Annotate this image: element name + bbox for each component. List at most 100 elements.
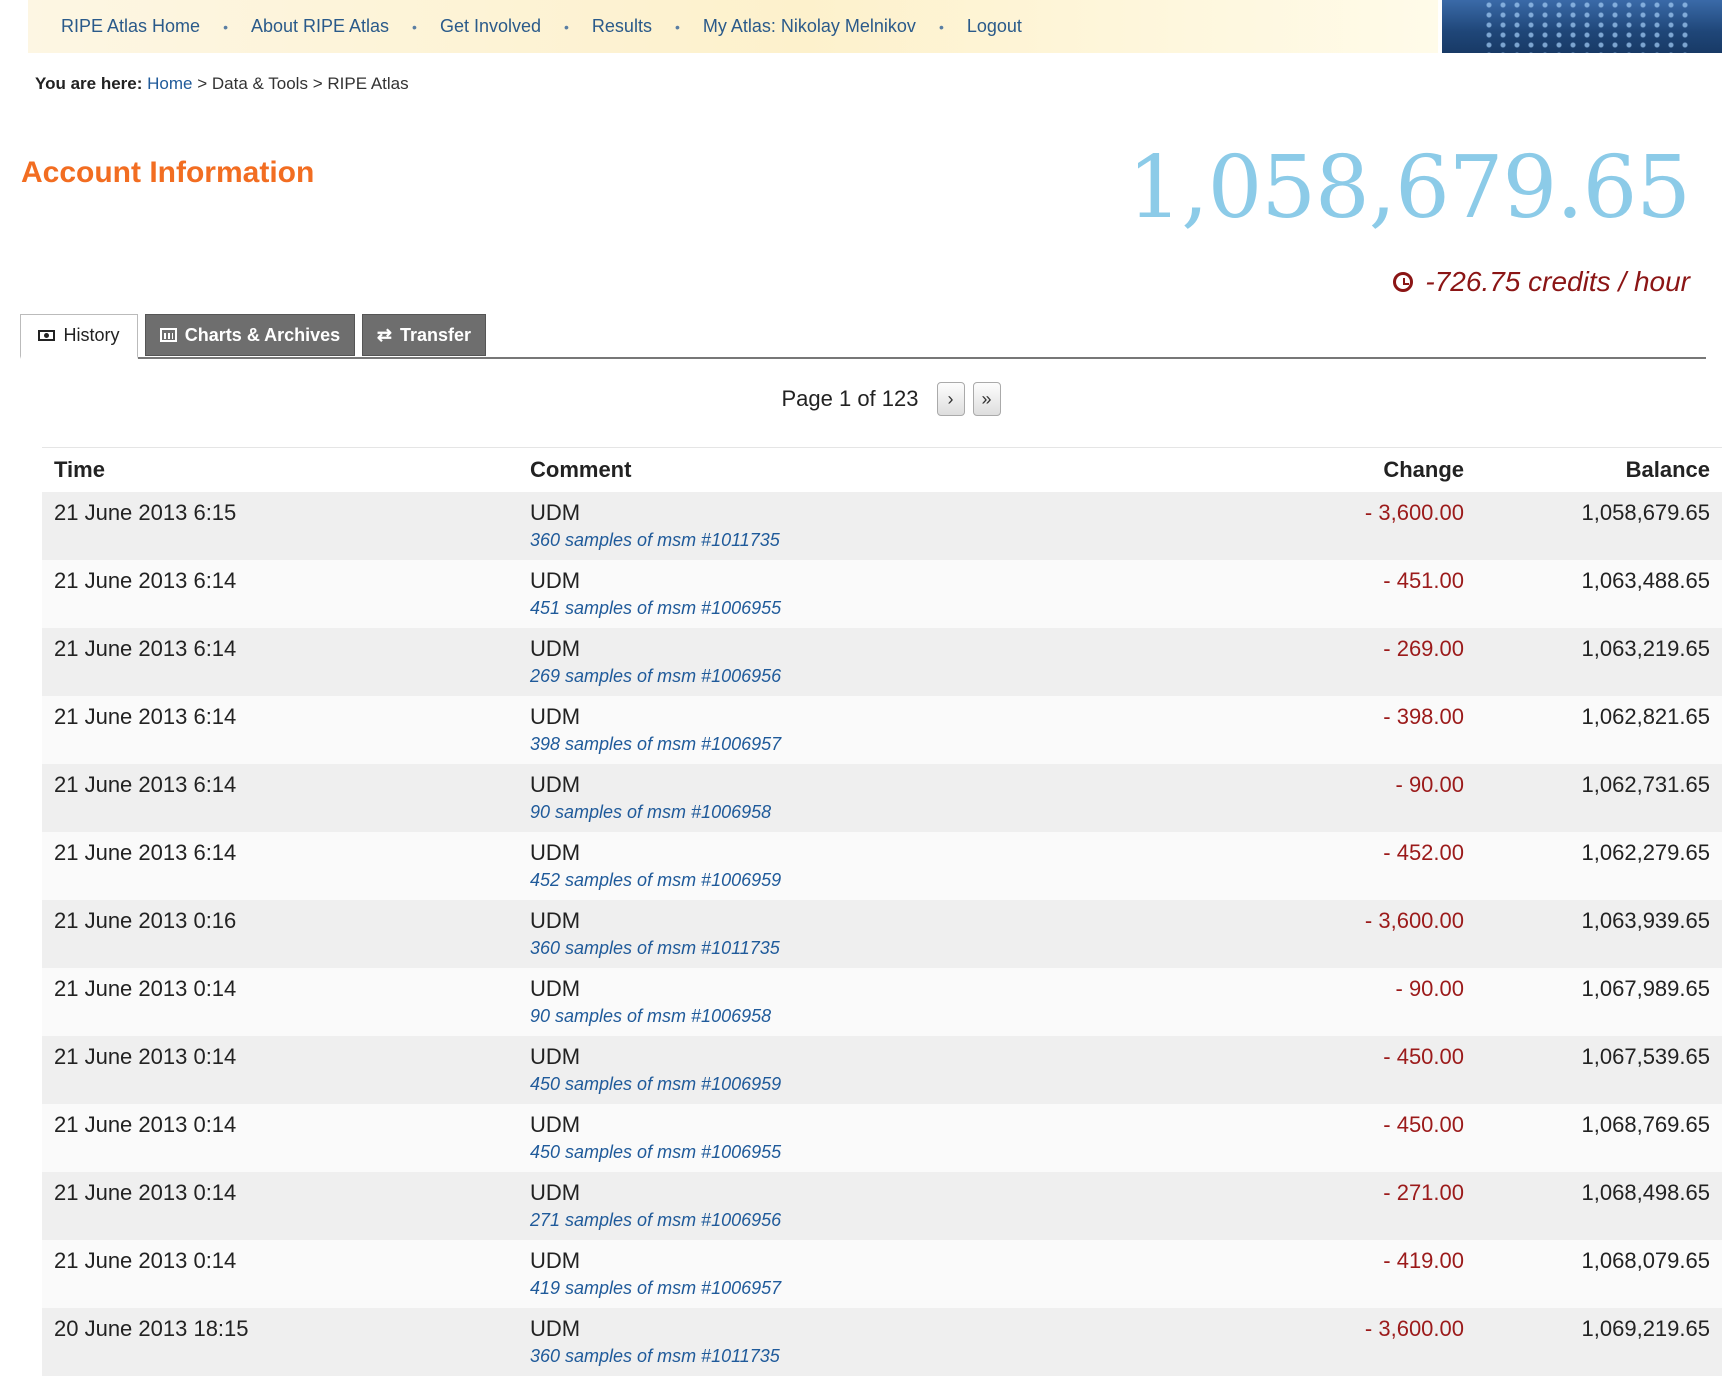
balance-cell: 1,067,539.65 bbox=[1476, 1036, 1722, 1104]
time-cell: 20 June 2013 18:15 bbox=[42, 1308, 518, 1376]
row-balance: 1,058,679.65 bbox=[1581, 500, 1710, 525]
comment-cell: UDM 269 samples of msm #1006956 bbox=[518, 628, 1102, 696]
comment-cell: UDM 450 samples of msm #1006955 bbox=[518, 1104, 1102, 1172]
row-comment-title: UDM bbox=[530, 1044, 581, 1069]
last-page-button[interactable]: » bbox=[972, 382, 1001, 416]
table-row: 21 June 2013 0:16 UDM 360 samples of msm… bbox=[42, 900, 1722, 968]
table-row: 21 June 2013 6:14 UDM 90 samples of msm … bbox=[42, 764, 1722, 832]
change-cell: - 90.00 bbox=[1102, 764, 1476, 832]
row-balance: 1,063,939.65 bbox=[1581, 908, 1710, 933]
row-measurement-link[interactable]: 269 samples of msm #1006956 bbox=[530, 666, 1090, 687]
credit-rate-text: -726.75 credits / hour bbox=[1425, 266, 1690, 297]
change-cell: - 3,600.00 bbox=[1102, 900, 1476, 968]
row-measurement-link[interactable]: 450 samples of msm #1006959 bbox=[530, 1074, 1090, 1095]
nav-separator: • bbox=[412, 18, 417, 35]
row-comment-title: UDM bbox=[530, 500, 581, 525]
row-comment-title: UDM bbox=[530, 1180, 581, 1205]
breadcrumb-data-tools[interactable]: Data & Tools bbox=[212, 74, 308, 93]
nav-ripe-atlas-home[interactable]: RIPE Atlas Home bbox=[58, 16, 203, 37]
change-cell: - 398.00 bbox=[1102, 696, 1476, 764]
header-banner-image bbox=[1442, 0, 1722, 53]
time-cell: 21 June 2013 6:14 bbox=[42, 696, 518, 764]
tab-bar: History Charts & Archives ⇄ Transfer bbox=[20, 314, 1706, 359]
comment-cell: UDM 360 samples of msm #1011735 bbox=[518, 900, 1102, 968]
row-time: 21 June 2013 6:14 bbox=[54, 636, 237, 661]
row-change: - 451.00 bbox=[1383, 568, 1464, 593]
row-change: - 450.00 bbox=[1383, 1112, 1464, 1137]
next-page-button[interactable]: › bbox=[936, 382, 965, 416]
row-time: 21 June 2013 0:14 bbox=[54, 1248, 237, 1273]
balance-cell: 1,063,488.65 bbox=[1476, 560, 1722, 628]
table-header-row: Time Comment Change Balance bbox=[42, 448, 1722, 492]
balance-cell: 1,062,821.65 bbox=[1476, 696, 1722, 764]
pagination: Page 1 of 123 › » bbox=[0, 382, 1722, 416]
row-balance: 1,063,488.65 bbox=[1581, 568, 1710, 593]
balance-cell: 1,067,989.65 bbox=[1476, 968, 1722, 1036]
row-change: - 90.00 bbox=[1395, 976, 1465, 1001]
nav-logout[interactable]: Logout bbox=[964, 16, 1025, 37]
time-cell: 21 June 2013 0:14 bbox=[42, 1240, 518, 1308]
history-table-container: Time Comment Change Balance 21 June 2013… bbox=[42, 447, 1722, 1376]
header-balance: Balance bbox=[1625, 457, 1710, 482]
row-balance: 1,063,219.65 bbox=[1581, 636, 1710, 661]
nav-about-ripe-atlas[interactable]: About RIPE Atlas bbox=[248, 16, 392, 37]
nav-separator: • bbox=[564, 18, 569, 35]
balance-cell: 1,063,939.65 bbox=[1476, 900, 1722, 968]
row-measurement-link[interactable]: 419 samples of msm #1006957 bbox=[530, 1278, 1090, 1299]
change-cell: - 451.00 bbox=[1102, 560, 1476, 628]
tab-transfer[interactable]: ⇄ Transfer bbox=[362, 314, 486, 356]
breadcrumb-home-link[interactable]: Home bbox=[147, 74, 192, 93]
page-indicator: Page 1 of 123 bbox=[781, 386, 919, 411]
row-time: 21 June 2013 6:15 bbox=[54, 500, 237, 525]
change-cell: - 450.00 bbox=[1102, 1104, 1476, 1172]
change-cell: - 269.00 bbox=[1102, 628, 1476, 696]
time-cell: 21 June 2013 0:14 bbox=[42, 968, 518, 1036]
row-measurement-link[interactable]: 90 samples of msm #1006958 bbox=[530, 802, 1090, 823]
row-time: 21 June 2013 6:14 bbox=[54, 704, 237, 729]
row-balance: 1,067,989.65 bbox=[1581, 976, 1710, 1001]
header-comment: Comment bbox=[530, 457, 632, 482]
row-measurement-link[interactable]: 360 samples of msm #1011735 bbox=[530, 938, 1090, 959]
row-measurement-link[interactable]: 451 samples of msm #1006955 bbox=[530, 598, 1090, 619]
banner-dots-pattern bbox=[1482, 0, 1692, 53]
nav-get-involved[interactable]: Get Involved bbox=[437, 16, 544, 37]
row-comment-title: UDM bbox=[530, 976, 581, 1001]
nav-my-atlas[interactable]: My Atlas: Nikolay Melnikov bbox=[700, 16, 919, 37]
row-measurement-link[interactable]: 450 samples of msm #1006955 bbox=[530, 1142, 1090, 1163]
row-change: - 3,600.00 bbox=[1364, 1316, 1464, 1341]
row-time: 21 June 2013 0:14 bbox=[54, 1044, 237, 1069]
comment-cell: UDM 90 samples of msm #1006958 bbox=[518, 968, 1102, 1036]
comment-cell: UDM 451 samples of msm #1006955 bbox=[518, 560, 1102, 628]
row-comment-title: UDM bbox=[530, 840, 581, 865]
row-measurement-link[interactable]: 90 samples of msm #1006958 bbox=[530, 1006, 1090, 1027]
page-title: Account Information bbox=[21, 156, 315, 189]
tab-history[interactable]: History bbox=[20, 314, 138, 359]
row-measurement-link[interactable]: 271 samples of msm #1006956 bbox=[530, 1210, 1090, 1231]
row-time: 21 June 2013 0:14 bbox=[54, 1112, 237, 1137]
row-measurement-link[interactable]: 360 samples of msm #1011735 bbox=[530, 1346, 1090, 1367]
row-time: 21 June 2013 0:14 bbox=[54, 1180, 237, 1205]
nav-results[interactable]: Results bbox=[589, 16, 655, 37]
history-table: Time Comment Change Balance 21 June 2013… bbox=[42, 448, 1722, 1376]
tab-charts-archives-label: Charts & Archives bbox=[184, 324, 341, 345]
tab-charts-archives[interactable]: Charts & Archives bbox=[145, 314, 355, 356]
table-row: 21 June 2013 6:14 UDM 269 samples of msm… bbox=[42, 628, 1722, 696]
time-cell: 21 June 2013 0:14 bbox=[42, 1172, 518, 1240]
row-balance: 1,062,821.65 bbox=[1581, 704, 1710, 729]
comment-cell: UDM 90 samples of msm #1006958 bbox=[518, 764, 1102, 832]
change-cell: - 3,600.00 bbox=[1102, 492, 1476, 560]
time-cell: 21 June 2013 6:14 bbox=[42, 628, 518, 696]
comment-cell: UDM 419 samples of msm #1006957 bbox=[518, 1240, 1102, 1308]
row-measurement-link[interactable]: 398 samples of msm #1006957 bbox=[530, 734, 1090, 755]
row-comment-title: UDM bbox=[530, 908, 581, 933]
row-measurement-link[interactable]: 452 samples of msm #1006959 bbox=[530, 870, 1090, 891]
table-row: 21 June 2013 0:14 UDM 271 samples of msm… bbox=[42, 1172, 1722, 1240]
row-change: - 90.00 bbox=[1395, 772, 1465, 797]
bar-chart-icon bbox=[159, 328, 177, 342]
row-comment-title: UDM bbox=[530, 772, 581, 797]
balance-cell: 1,062,731.65 bbox=[1476, 764, 1722, 832]
row-measurement-link[interactable]: 360 samples of msm #1011735 bbox=[530, 530, 1090, 551]
row-change: - 3,600.00 bbox=[1364, 500, 1464, 525]
row-balance: 1,068,079.65 bbox=[1581, 1248, 1710, 1273]
row-comment-title: UDM bbox=[530, 704, 581, 729]
